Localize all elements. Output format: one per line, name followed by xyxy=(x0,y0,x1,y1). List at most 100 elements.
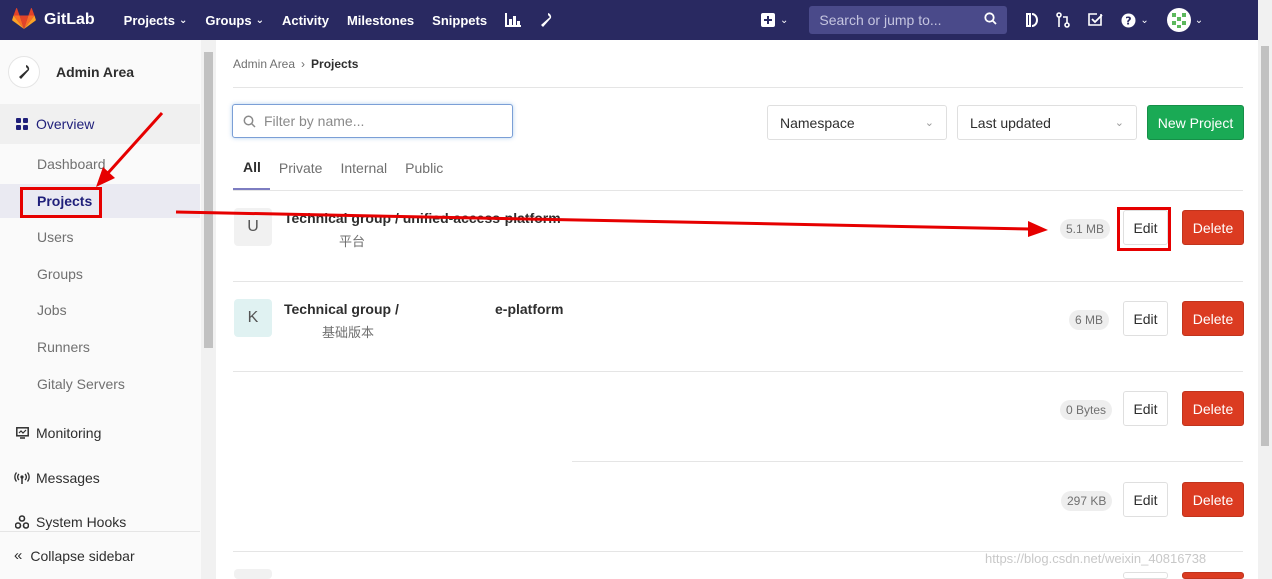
gitlab-home-link[interactable]: GitLab xyxy=(12,0,115,40)
brand-name: GitLab xyxy=(44,11,95,28)
page-scrollbar-thumb[interactable] xyxy=(1261,46,1269,446)
breadcrumb: Admin Area › Projects xyxy=(233,57,358,71)
sidebar-item-messages[interactable]: Messages xyxy=(0,458,200,498)
storage-size-badge: 6 MB xyxy=(1069,310,1110,330)
search-icon xyxy=(984,12,998,28)
divider xyxy=(233,190,1243,191)
gitlab-logo-icon xyxy=(12,7,36,33)
divider xyxy=(233,87,1243,88)
tab-public[interactable]: Public xyxy=(396,146,452,190)
new-item-dropdown[interactable]: ⌄ xyxy=(752,0,797,40)
sidebar-item-label: System Hooks xyxy=(36,514,127,530)
nav-snippets[interactable]: Snippets xyxy=(423,0,496,40)
nav-groups[interactable]: Groups ⌄ xyxy=(196,0,273,40)
svg-text:?: ? xyxy=(1126,14,1132,27)
monitor-icon xyxy=(14,427,30,439)
nav-projects[interactable]: Projects ⌄ xyxy=(115,0,197,40)
overview-grid-icon xyxy=(14,118,30,130)
edit-button[interactable] xyxy=(1123,572,1168,579)
project-name[interactable]: Technical group / unified-access-platfor… xyxy=(284,210,561,226)
edit-button[interactable]: Edit xyxy=(1123,482,1168,517)
sidebar-item-groups[interactable]: Groups xyxy=(0,257,200,291)
merge-requests-icon[interactable] xyxy=(1047,0,1079,40)
collapse-sidebar-button[interactable]: « Collapse sidebar xyxy=(0,531,200,579)
sidebar-item-label: Monitoring xyxy=(36,425,102,441)
sidebar-item-label: Messages xyxy=(36,470,100,486)
filter-by-name-input[interactable]: Filter by name... xyxy=(232,104,513,138)
sidebar-item-label: Groups xyxy=(37,266,83,282)
filter-placeholder: Filter by name... xyxy=(264,113,365,129)
sidebar-item-monitoring[interactable]: Monitoring xyxy=(0,413,200,453)
project-name-namespace[interactable]: Technical group / xyxy=(284,301,399,317)
delete-button[interactable] xyxy=(1182,572,1244,579)
sidebar-scrollbar-thumb[interactable] xyxy=(204,52,213,348)
sidebar-item-gitaly-servers[interactable]: Gitaly Servers xyxy=(0,367,200,401)
nav-milestones-label: Milestones xyxy=(346,12,415,28)
sort-dropdown[interactable]: Last updated ⌄ xyxy=(957,105,1137,140)
annotation-highlight-edit xyxy=(1117,207,1171,251)
edit-button[interactable]: Edit xyxy=(1123,391,1168,426)
delete-button[interactable]: Delete xyxy=(1182,210,1244,245)
new-project-button[interactable]: New Project xyxy=(1147,105,1244,140)
project-description: 平台 xyxy=(339,234,366,249)
sidebar-item-label: Dashboard xyxy=(37,156,106,172)
row-divider xyxy=(233,281,1243,282)
sidebar-item-users[interactable]: Users xyxy=(0,220,200,254)
avatar xyxy=(1166,8,1191,32)
breadcrumb-current[interactable]: Projects xyxy=(311,57,358,71)
tab-private[interactable]: Private xyxy=(270,146,332,190)
search-icon xyxy=(243,115,256,128)
todos-icon[interactable] xyxy=(1079,0,1112,40)
project-avatar[interactable]: U xyxy=(234,208,272,246)
chart-icon[interactable] xyxy=(496,0,530,40)
search-input[interactable]: Search or jump to... xyxy=(809,6,1008,34)
tab-internal[interactable]: Internal xyxy=(331,146,396,190)
project-avatar[interactable]: K xyxy=(234,299,272,337)
delete-button[interactable]: Delete xyxy=(1182,482,1244,517)
sidebar-header[interactable]: Admin Area xyxy=(0,52,200,92)
storage-size-badge: 5.1 MB xyxy=(1060,219,1111,239)
sort-dropdown-label: Last updated xyxy=(970,114,1051,131)
chevron-down-icon: ⌄ xyxy=(255,14,264,26)
sidebar-item-overview-label: Overview xyxy=(36,116,95,132)
sidebar-item-overview[interactable]: Overview xyxy=(0,104,200,144)
breadcrumb-separator: › xyxy=(301,57,306,71)
sidebar-scrollbar[interactable] xyxy=(201,40,216,579)
sidebar-item-label: Jobs xyxy=(37,302,67,318)
help-icon: ? xyxy=(1121,13,1136,27)
chevron-down-icon: ⌄ xyxy=(780,14,789,26)
delete-button[interactable]: Delete xyxy=(1182,391,1244,426)
namespace-dropdown[interactable]: Namespace ⌄ xyxy=(767,105,947,140)
nav-activity-label: Activity xyxy=(282,12,329,28)
sidebar-item-label: Runners xyxy=(37,339,90,355)
nav-projects-label: Projects xyxy=(123,12,175,28)
chevron-down-icon: ⌄ xyxy=(178,14,188,26)
sidebar-item-jobs[interactable]: Jobs xyxy=(0,293,200,327)
nav-activity[interactable]: Activity xyxy=(273,0,338,40)
user-menu-dropdown[interactable]: ⌄ xyxy=(1158,0,1212,40)
project-avatar[interactable] xyxy=(234,569,272,579)
project-description: 基础版本 xyxy=(322,325,375,340)
watermark-text: https://blog.csdn.net/weixin_40816738 xyxy=(985,551,1207,566)
nav-milestones[interactable]: Milestones xyxy=(338,0,423,40)
sidebar-item-runners[interactable]: Runners xyxy=(0,330,200,364)
wrench-icon[interactable] xyxy=(530,0,562,40)
page-scrollbar[interactable] xyxy=(1258,0,1272,579)
chevron-down-icon: ⌄ xyxy=(1114,117,1124,129)
sidebar-title: Admin Area xyxy=(56,64,135,80)
admin-sidebar: Admin Area Overview Dashboard Projects U… xyxy=(0,40,216,579)
issues-icon[interactable] xyxy=(1015,0,1047,40)
wrench-icon xyxy=(8,56,40,88)
nav-groups-label: Groups xyxy=(205,12,252,28)
double-chevron-left-icon: « xyxy=(14,547,23,564)
plus-square-icon xyxy=(761,13,775,27)
chevron-down-icon: ⌄ xyxy=(1194,14,1204,26)
tab-all[interactable]: All xyxy=(233,146,270,190)
breadcrumb-admin-area[interactable]: Admin Area xyxy=(233,57,295,71)
annotation-highlight-projects xyxy=(20,187,102,218)
sidebar-item-dashboard[interactable]: Dashboard xyxy=(0,147,200,181)
help-dropdown[interactable]: ? ⌄ xyxy=(1112,0,1157,40)
delete-button[interactable]: Delete xyxy=(1182,301,1244,336)
project-name-suffix[interactable]: e-platform xyxy=(495,301,563,317)
edit-button[interactable]: Edit xyxy=(1123,301,1168,336)
